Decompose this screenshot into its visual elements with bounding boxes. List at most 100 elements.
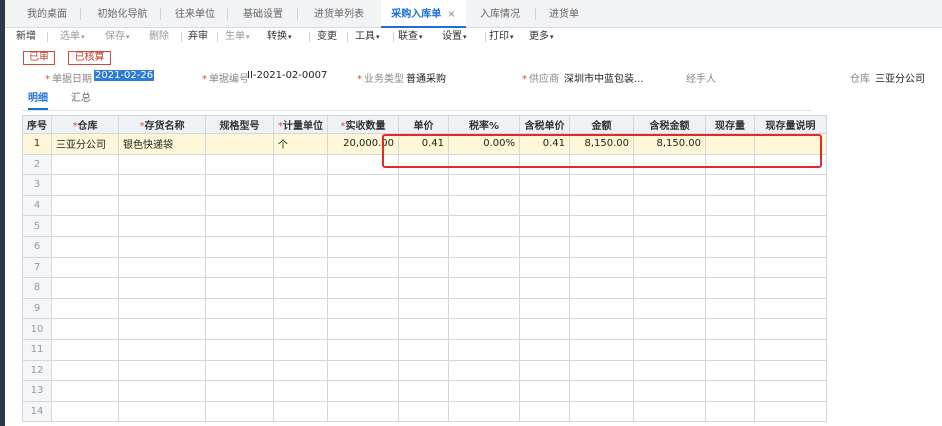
grid-cell[interactable] (569, 235, 634, 258)
grid-cell[interactable] (205, 174, 274, 196)
grid-cell[interactable] (118, 153, 206, 176)
supplier-field[interactable]: 深圳市中蓝包装... (564, 70, 644, 85)
grid-cell[interactable] (569, 277, 634, 299)
grid-cell[interactable] (51, 400, 119, 423)
grid-cell[interactable] (398, 174, 449, 196)
tab-purchase-inbound[interactable]: 采购入库单 × (381, 0, 466, 28)
grid-cell[interactable] (51, 297, 119, 320)
change-button[interactable]: 变更 (317, 28, 337, 46)
grid-cell[interactable] (448, 297, 520, 320)
grid-cell[interactable] (51, 380, 119, 402)
generate-doc-button[interactable]: 生单▾ (225, 28, 250, 46)
convert-button[interactable]: 转换▾ (267, 28, 292, 46)
grid-cell[interactable] (754, 215, 827, 237)
grid-cell[interactable] (273, 235, 328, 258)
grid-cell[interactable] (569, 174, 634, 196)
table-row[interactable]: 13 (22, 380, 827, 402)
print-button[interactable]: 打印▾ (489, 28, 514, 46)
date-field[interactable]: 2021-02-26 (94, 70, 155, 81)
table-row[interactable]: 14 (22, 400, 827, 423)
grid-cell[interactable] (754, 153, 827, 176)
grid-cell[interactable] (633, 400, 706, 423)
grid-cell[interactable] (327, 235, 399, 258)
cell-price[interactable]: 0.41 (398, 133, 449, 155)
cell-tax-amount[interactable]: 8,150.00 (633, 133, 706, 155)
handler-field[interactable] (720, 70, 820, 82)
column-header[interactable]: 含税金额 (633, 115, 706, 134)
grid-cell[interactable] (569, 153, 634, 176)
grid-cell[interactable] (118, 174, 206, 196)
grid-cell[interactable] (118, 297, 206, 320)
link-query-button[interactable]: 联查▾ (398, 28, 423, 46)
grid-cell[interactable] (327, 194, 399, 217)
column-header[interactable]: 单价 (398, 115, 449, 134)
grid-cell[interactable] (327, 174, 399, 196)
tab-inbound-status[interactable]: 入库情况 (470, 0, 530, 28)
grid-cell[interactable] (519, 297, 570, 320)
grid-cell[interactable] (754, 277, 827, 299)
grid-cell[interactable] (273, 174, 328, 196)
grid-cell[interactable] (327, 318, 399, 340)
grid-cell[interactable] (51, 277, 119, 299)
grid-cell[interactable] (519, 194, 570, 217)
tools-button[interactable]: 工具▾ (355, 28, 380, 46)
grid-cell[interactable] (327, 215, 399, 237)
grid-cell[interactable] (205, 338, 274, 361)
grid-cell[interactable] (519, 256, 570, 279)
tab-summary[interactable]: 汇总 (71, 92, 91, 110)
grid-cell[interactable] (705, 338, 755, 361)
table-row[interactable]: 8 (22, 277, 827, 299)
grid-cell[interactable] (519, 338, 570, 361)
grid-cell[interactable] (633, 215, 706, 237)
grid-cell[interactable] (205, 256, 274, 279)
grid-cell[interactable] (705, 215, 755, 237)
grid-cell[interactable] (754, 297, 827, 320)
cell-stock[interactable] (705, 133, 755, 155)
grid-cell[interactable] (398, 256, 449, 279)
grid-cell[interactable] (519, 153, 570, 176)
grid-cell[interactable] (448, 318, 520, 340)
select-doc-button[interactable]: 选单▾ (60, 28, 85, 46)
grid-cell[interactable] (754, 338, 827, 361)
grid-cell[interactable] (51, 235, 119, 258)
column-header[interactable]: *存货名称 (118, 115, 206, 134)
grid-cell[interactable] (569, 297, 634, 320)
grid-cell[interactable] (273, 153, 328, 176)
column-header[interactable]: *计量单位 (273, 115, 328, 134)
column-header[interactable]: 现存量说明 (754, 115, 827, 134)
grid-cell[interactable] (118, 400, 206, 423)
grid-cell[interactable] (633, 256, 706, 279)
grid-cell[interactable] (51, 256, 119, 279)
grid-cell[interactable] (398, 359, 449, 382)
grid-cell[interactable] (273, 194, 328, 217)
grid-cell[interactable] (754, 359, 827, 382)
grid-cell[interactable] (448, 359, 520, 382)
grid-cell[interactable] (633, 194, 706, 217)
grid-cell[interactable] (273, 318, 328, 340)
grid-cell[interactable] (327, 380, 399, 402)
grid-cell[interactable] (273, 297, 328, 320)
grid-cell[interactable] (754, 194, 827, 217)
grid-cell[interactable] (519, 318, 570, 340)
grid-cell[interactable] (51, 174, 119, 196)
column-header[interactable]: 现存量 (705, 115, 755, 134)
cell-tax-rate[interactable]: 0.00% (448, 133, 520, 155)
grid-cell[interactable] (398, 277, 449, 299)
grid-cell[interactable] (118, 194, 206, 217)
grid-cell[interactable] (633, 318, 706, 340)
grid-cell[interactable] (633, 174, 706, 196)
grid-cell[interactable] (633, 235, 706, 258)
table-row[interactable]: 6 (22, 235, 827, 258)
grid-cell[interactable] (569, 215, 634, 237)
grid-cell[interactable] (754, 174, 827, 196)
grid-cell[interactable] (398, 235, 449, 258)
cell-unit[interactable]: 个 (273, 133, 328, 155)
grid-cell[interactable] (519, 359, 570, 382)
grid-cell[interactable] (118, 359, 206, 382)
grid-cell[interactable] (273, 338, 328, 361)
grid-cell[interactable] (569, 380, 634, 402)
grid-cell[interactable] (398, 297, 449, 320)
grid-cell[interactable] (398, 380, 449, 402)
grid-cell[interactable] (705, 318, 755, 340)
grid-cell[interactable] (633, 153, 706, 176)
